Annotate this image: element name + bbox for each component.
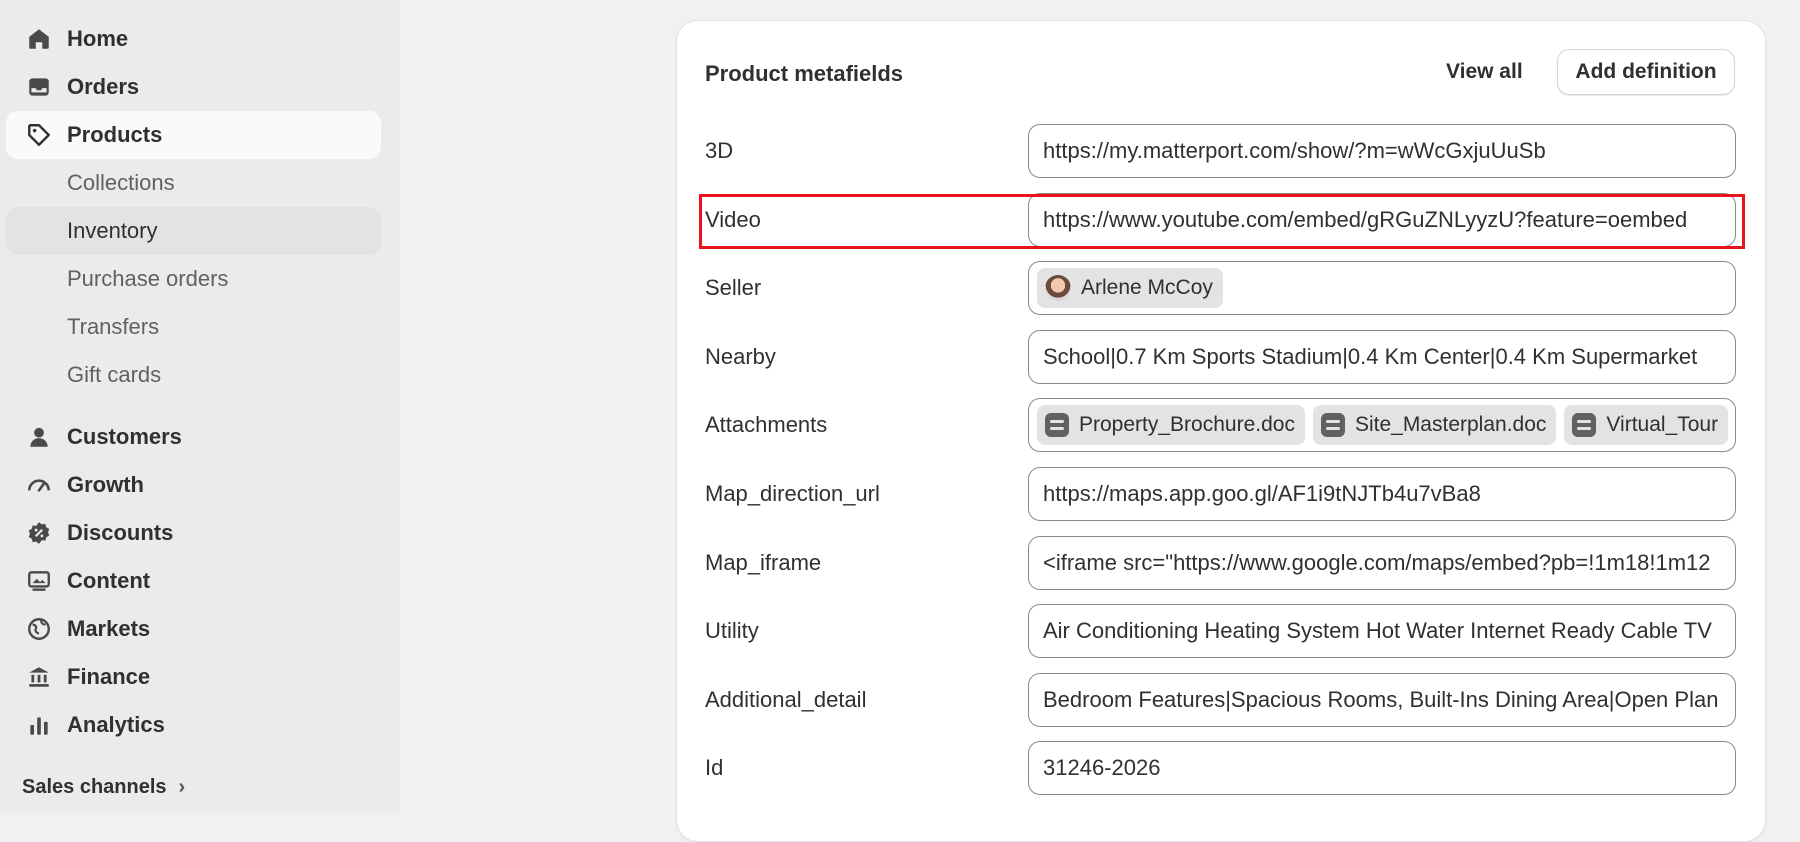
metafield-row-additional-detail: Additional_detail Bedroom Features|Spaci… [677,673,1765,729]
sidebar-item-customers[interactable]: Customers [6,413,381,461]
sidebar-item-label: Discounts [67,520,174,545]
metafield-value: School|0.7 Km Sports Stadium|0.4 Km Cent… [1043,344,1698,369]
metafield-input[interactable]: Bedroom Features|Spacious Rooms, Built-I… [1028,673,1736,727]
product-metafields-card: Product metafields View all Add definiti… [676,20,1766,842]
metafield-row-map-iframe: Map_iframe <iframe src="https://www.goog… [677,536,1765,592]
add-definition-button[interactable]: Add definition [1557,49,1735,95]
tag-icon [26,122,52,148]
metafield-input[interactable]: https://www.youtube.com/embed/gRGuZNLyyz… [1028,193,1736,247]
seller-name: Arlene McCoy [1081,276,1213,299]
sidebar-item-label: Purchase orders [67,266,229,291]
file-chip[interactable]: Virtual_Tour [1564,405,1729,445]
metafield-input[interactable]: <iframe src="https://www.google.com/maps… [1028,536,1736,590]
sidebar-item-label: Products [67,122,163,147]
sidebar-item-label: Markets [67,616,151,641]
metafield-label: 3D [705,138,734,163]
sales-channels-link[interactable]: Sales channels › [22,776,185,799]
file-chip[interactable]: Site_Masterplan.doc [1312,405,1557,445]
sidebar-item-analytics[interactable]: Analytics [6,701,381,749]
metafield-label: Nearby [705,344,776,369]
metafield-row-3d: 3D https://my.matterport.com/show/?m=wWc… [677,124,1765,180]
sales-channels-label: Sales channels [22,776,167,798]
sidebar-item-content[interactable]: Content [6,557,381,605]
metafield-label: Id [705,755,724,780]
metafield-value: https://www.youtube.com/embed/gRGuZNLyyz… [1043,207,1688,232]
globe-icon [26,616,52,642]
metafield-row-video: Video https://www.youtube.com/embed/gRGu… [677,193,1765,249]
metafield-label: Video [705,207,761,232]
metafield-row-utility: Utility Air Conditioning Heating System … [677,604,1765,660]
document-icon [1572,413,1597,437]
discount-badge-icon [26,520,52,546]
sidebar-item-markets[interactable]: Markets [6,605,381,653]
sidebar-item-label: Collections [67,170,175,195]
inbox-icon [26,74,52,100]
sidebar-item-label: Growth [67,472,144,497]
sidebar-item-orders[interactable]: Orders [6,63,381,111]
metafield-value: 31246-2026 [1043,755,1161,780]
document-icon [1045,413,1069,437]
metafield-row-nearby: Nearby School|0.7 Km Sports Stadium|0.4 … [677,330,1765,386]
file-name: Property_Brochure.doc [1079,413,1295,436]
metafield-input[interactable]: Property_Brochure.doc Site_Masterplan.do… [1028,398,1736,452]
sidebar: Home Orders Products Collections Invento… [0,0,400,812]
metafield-label: Additional_detail [705,687,867,712]
sidebar-item-inventory[interactable]: Inventory [6,207,381,255]
sidebar-item-label: Finance [67,664,151,689]
metafield-row-id: Id 31246-2026 [677,741,1765,797]
sidebar-item-collections[interactable]: Collections [6,159,381,207]
metafield-value: Bedroom Features|Spacious Rooms, Built-I… [1043,687,1719,712]
sidebar-item-label: Orders [67,74,140,99]
gauge-icon [26,472,52,498]
bar-chart-icon [26,712,52,738]
metafield-label: Seller [705,275,762,300]
file-chip[interactable]: Property_Brochure.doc [1037,405,1305,445]
sidebar-item-home[interactable]: Home [6,15,381,63]
metafield-label: Utility [705,618,759,643]
file-name: Site_Masterplan.doc [1354,413,1547,436]
metafield-input[interactable]: Air Conditioning Heating System Hot Wate… [1028,604,1736,658]
metafield-row-map-direction-url: Map_direction_url https://maps.app.goo.g… [677,467,1765,523]
avatar [1045,275,1071,301]
sidebar-item-gift-cards[interactable]: Gift cards [6,351,381,399]
sidebar-item-label: Analytics [67,712,165,737]
metafield-value: <iframe src="https://www.google.com/maps… [1043,550,1711,575]
image-icon [26,568,52,594]
metafield-row-attachments: Attachments Property_Brochure.doc Site_M… [677,398,1765,454]
sidebar-item-purchase-orders[interactable]: Purchase orders [6,255,381,303]
bank-icon [26,664,52,690]
card-title: Product metafields [705,61,904,86]
sidebar-item-label: Gift cards [67,362,162,387]
metafield-input[interactable]: 31246-2026 [1028,741,1736,795]
person-icon [26,424,52,450]
metafield-label: Map_direction_url [705,481,880,506]
sidebar-item-finance[interactable]: Finance [6,653,381,701]
file-name: Virtual_Tour [1606,413,1719,436]
metafield-input[interactable]: https://my.matterport.com/show/?m=wWcGxj… [1028,124,1736,178]
metafield-input[interactable]: Arlene McCoy [1028,261,1736,315]
metafield-value: https://my.matterport.com/show/?m=wWcGxj… [1043,138,1546,163]
home-icon [26,26,52,52]
metafield-label: Map_iframe [705,550,822,575]
sidebar-item-label: Home [67,26,129,51]
document-icon [1320,413,1345,437]
metafield-label: Attachments [705,412,828,437]
sidebar-item-transfers[interactable]: Transfers [6,303,381,351]
sidebar-item-products[interactable]: Products [6,111,381,159]
sidebar-item-label: Inventory [67,218,158,243]
sidebar-item-label: Transfers [67,314,160,339]
view-all-link[interactable]: View all [1446,60,1523,84]
sidebar-item-label: Customers [67,424,182,449]
metafield-row-seller: Seller Arlene McCoy [677,261,1765,317]
metafield-value: https://maps.app.goo.gl/AF1i9tNJTb4u7vBa… [1043,481,1481,506]
sidebar-item-discounts[interactable]: Discounts [6,509,381,557]
metafield-input[interactable]: School|0.7 Km Sports Stadium|0.4 Km Cent… [1028,330,1736,384]
metafield-value: Air Conditioning Heating System Hot Wate… [1043,618,1712,643]
chevron-right-icon: › [178,776,186,798]
seller-chip[interactable]: Arlene McCoy [1037,268,1223,308]
sidebar-item-label: Content [67,568,151,593]
sidebar-item-growth[interactable]: Growth [6,461,381,509]
metafield-input[interactable]: https://maps.app.goo.gl/AF1i9tNJTb4u7vBa… [1028,467,1736,521]
